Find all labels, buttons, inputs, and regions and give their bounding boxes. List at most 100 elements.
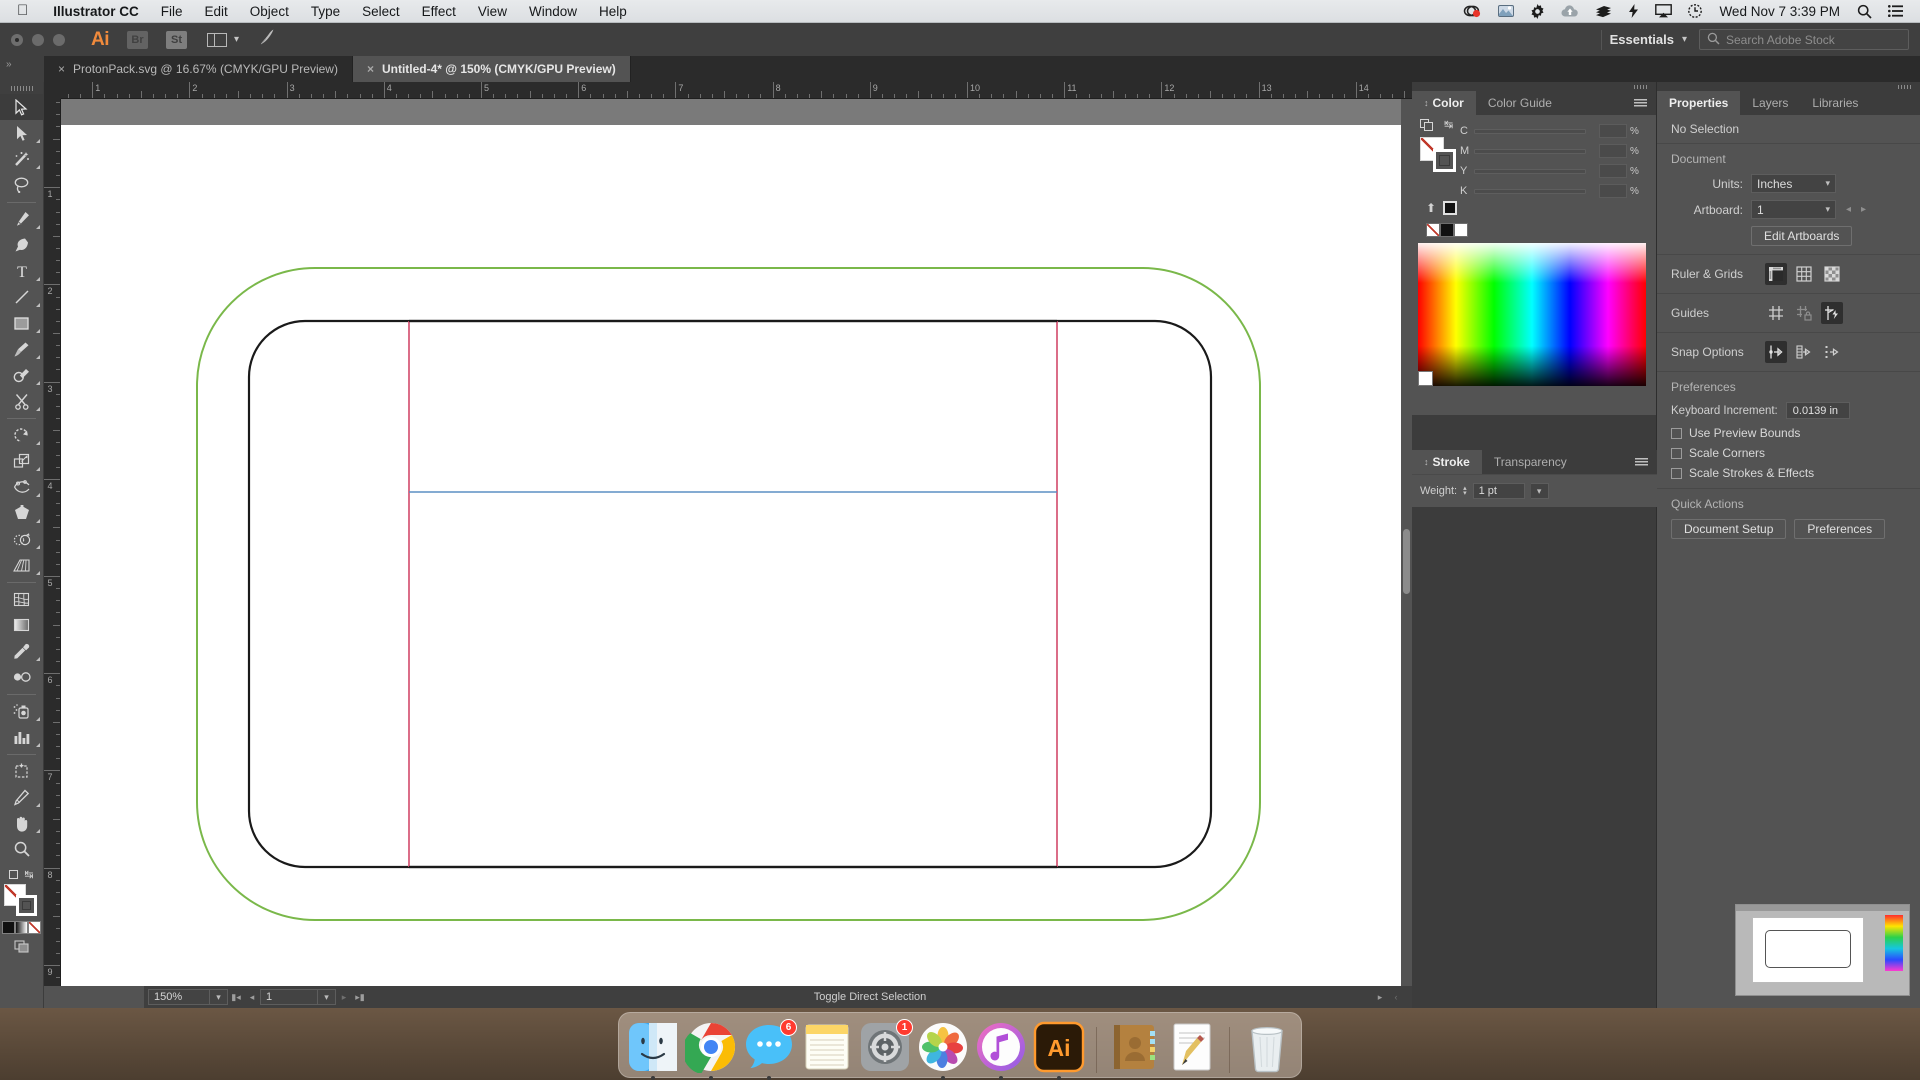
- gradient-swatch[interactable]: [15, 921, 28, 934]
- shape-builder-tool[interactable]: [0, 526, 43, 552]
- dock-item-chrome[interactable]: [685, 1021, 737, 1073]
- channel-value-input[interactable]: [1599, 124, 1627, 138]
- eyedropper-tool[interactable]: [0, 638, 43, 664]
- chevron-down-icon[interactable]: ▾: [318, 989, 336, 1005]
- dock-item-trash[interactable]: [1241, 1021, 1293, 1073]
- snap-to-point-icon[interactable]: [1765, 341, 1787, 363]
- channel-value-input[interactable]: [1599, 164, 1627, 178]
- stepper-icon[interactable]: ▴▾: [1463, 486, 1467, 496]
- edit-artboards-button[interactable]: Edit Artboards: [1751, 226, 1852, 246]
- zoom-window-button[interactable]: [53, 34, 65, 46]
- document-tab-protonpack[interactable]: × ProtonPack.svg @ 16.67% (CMYK/GPU Prev…: [44, 56, 353, 82]
- paintbrush-tool[interactable]: [0, 336, 43, 362]
- hand-tool[interactable]: [0, 810, 43, 836]
- photo-sync-icon[interactable]: [1490, 0, 1522, 23]
- tab-stroke[interactable]: ↕ Stroke: [1412, 450, 1482, 474]
- chevron-down-icon[interactable]: ▾: [1682, 34, 1699, 45]
- scale-tool[interactable]: [0, 448, 43, 474]
- scissors-tool[interactable]: [0, 388, 43, 414]
- dock-grip[interactable]: [1412, 82, 1656, 91]
- dock-item-itunes[interactable]: [975, 1021, 1027, 1073]
- keyboard-increment-input[interactable]: 0.0139 in: [1786, 402, 1850, 419]
- tab-transparency[interactable]: Transparency: [1482, 450, 1579, 474]
- pen-tool[interactable]: [0, 206, 43, 232]
- dock-item-textedit[interactable]: [1166, 1021, 1218, 1073]
- none-swatch[interactable]: [1426, 223, 1440, 237]
- cloud-upload-icon[interactable]: [1553, 0, 1587, 23]
- airplay-icon[interactable]: [1647, 0, 1680, 23]
- stroke-swatch[interactable]: [16, 895, 37, 916]
- stock-button[interactable]: St: [166, 31, 187, 49]
- fill-stroke-swatches[interactable]: [3, 884, 41, 918]
- rotate-tool[interactable]: [0, 422, 43, 448]
- canvas-viewport[interactable]: [61, 99, 1412, 1027]
- smart-guides-icon[interactable]: [1821, 302, 1843, 324]
- tab-layers[interactable]: Layers: [1740, 91, 1800, 115]
- checkbox-scale-strokes-effects[interactable]: Scale Strokes & Effects: [1671, 466, 1906, 480]
- screen-mode-button[interactable]: [0, 940, 43, 953]
- lasso-tool[interactable]: [0, 172, 43, 198]
- width-tool[interactable]: [0, 474, 43, 500]
- swap-fill-stroke-icon[interactable]: ↹: [24, 868, 33, 881]
- scrollbar-thumb[interactable]: [1403, 529, 1410, 594]
- tab-properties[interactable]: Properties: [1657, 91, 1740, 115]
- units-select[interactable]: Inches ▾: [1751, 174, 1836, 193]
- zoom-level-input[interactable]: 150%: [148, 989, 210, 1005]
- ruler-origin-corner[interactable]: [44, 82, 61, 99]
- dock-grip[interactable]: [1657, 82, 1920, 91]
- fill-indicator-icon[interactable]: [9, 870, 18, 879]
- search-adobe-stock-input[interactable]: Search Adobe Stock: [1699, 29, 1909, 50]
- artboard-number-input[interactable]: 1: [260, 989, 318, 1005]
- dock-item-system-preferences[interactable]: 1: [859, 1021, 911, 1073]
- tab-color-guide[interactable]: Color Guide: [1476, 91, 1564, 115]
- first-artboard-button[interactable]: ▮◂: [228, 989, 244, 1005]
- close-icon[interactable]: ×: [367, 62, 374, 76]
- fill-stroke-swatches[interactable]: [1420, 137, 1460, 173]
- slice-tool[interactable]: [0, 784, 43, 810]
- menu-clock[interactable]: Wed Nov 7 3:39 PM: [1710, 4, 1849, 19]
- white-swatch[interactable]: [1454, 223, 1468, 237]
- menu-file[interactable]: File: [150, 4, 194, 19]
- close-icon[interactable]: ×: [58, 62, 65, 76]
- mesh-tool[interactable]: [0, 586, 43, 612]
- previous-artboard-arrow[interactable]: ◂: [1846, 204, 1851, 215]
- apple-logo-icon[interactable]: : [0, 3, 42, 18]
- canvas-vertical-scrollbar[interactable]: [1401, 99, 1412, 1027]
- channel-slider[interactable]: [1474, 149, 1586, 154]
- lightning-icon[interactable]: [1620, 0, 1647, 23]
- panel-menu-icon[interactable]: [1625, 91, 1656, 115]
- zoom-tool[interactable]: [0, 836, 43, 862]
- last-artboard-button[interactable]: ▸▮: [352, 989, 368, 1005]
- checkbox-icon[interactable]: [1671, 468, 1682, 479]
- free-transform-tool[interactable]: [0, 500, 43, 526]
- type-tool[interactable]: T: [0, 258, 43, 284]
- direct-selection-tool[interactable]: [0, 120, 43, 146]
- channel-value-input[interactable]: [1599, 184, 1627, 198]
- tab-overflow-chevrons[interactable]: »: [0, 56, 44, 82]
- workspace-switcher[interactable]: Essentials: [1601, 30, 1682, 50]
- menu-edit[interactable]: Edit: [194, 4, 239, 19]
- menu-select[interactable]: Select: [351, 4, 411, 19]
- screen-record-icon[interactable]: [1455, 0, 1490, 23]
- preferences-button[interactable]: Preferences: [1794, 519, 1885, 539]
- color-spectrum-ramp[interactable]: [1418, 243, 1646, 386]
- arrange-documents-button[interactable]: ▾: [207, 33, 239, 47]
- rocket-icon[interactable]: [258, 29, 278, 51]
- swap-fill-stroke-icon[interactable]: ↹: [1444, 118, 1453, 131]
- panel-menu-icon[interactable]: [1626, 450, 1657, 474]
- selection-tool[interactable]: [0, 94, 43, 120]
- symbol-sprayer-tool[interactable]: [0, 698, 43, 724]
- checkbox-scale-corners[interactable]: Scale Corners: [1671, 446, 1906, 460]
- black-swatch[interactable]: [1440, 223, 1454, 237]
- blend-tool[interactable]: [0, 664, 43, 690]
- spotlight-search-icon[interactable]: [1849, 0, 1880, 23]
- document-setup-button[interactable]: Document Setup: [1671, 519, 1786, 539]
- timemachine-icon[interactable]: [1680, 0, 1710, 23]
- checkbox-icon[interactable]: [1671, 448, 1682, 459]
- channel-slider[interactable]: [1474, 129, 1586, 134]
- status-menu-icon[interactable]: ▸: [1372, 989, 1388, 1005]
- dock-item-messages[interactable]: 6: [743, 1021, 795, 1073]
- snap-to-grid-icon[interactable]: [1793, 341, 1815, 363]
- menu-type[interactable]: Type: [300, 4, 351, 19]
- minimize-window-button[interactable]: [32, 34, 44, 46]
